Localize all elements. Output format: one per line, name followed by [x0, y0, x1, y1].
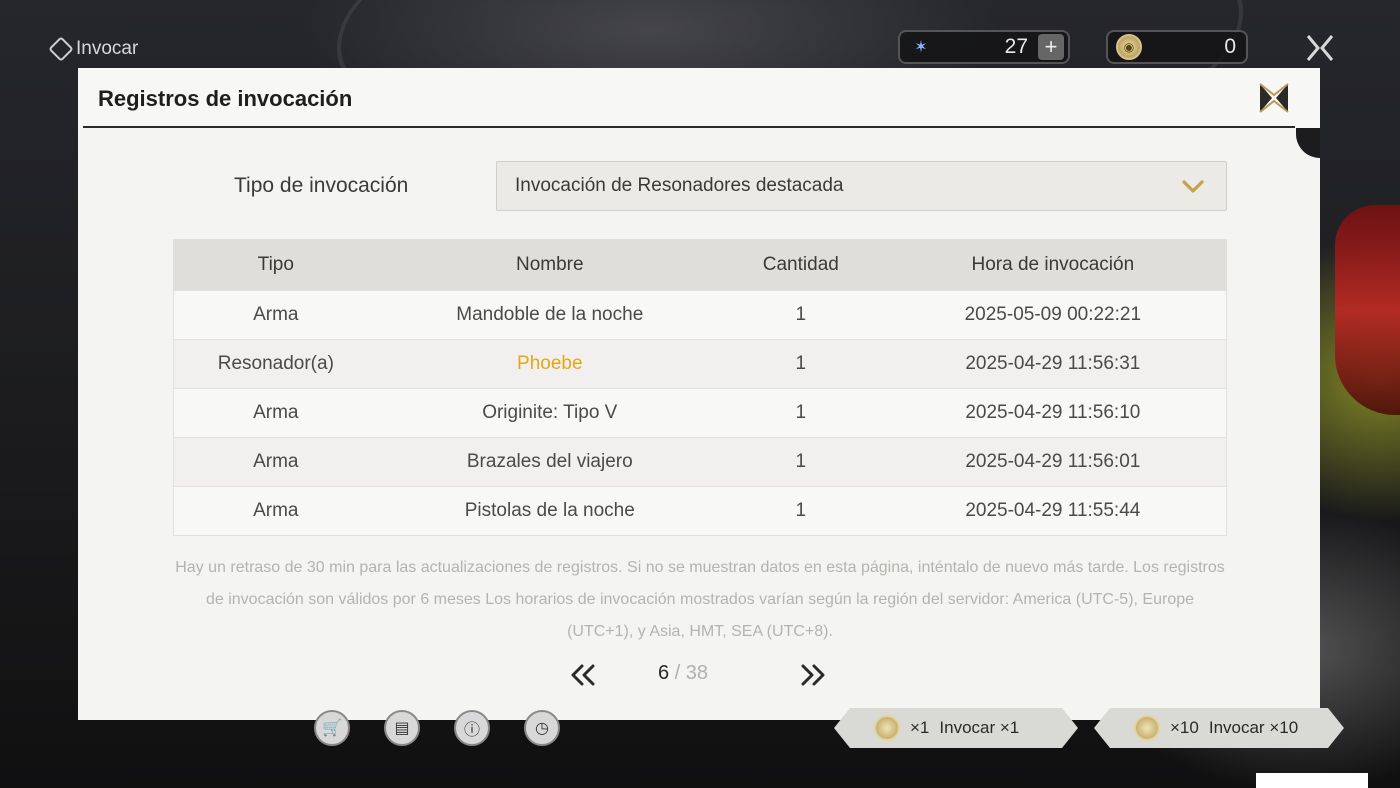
tide-currency: ◉ 0 — [1106, 30, 1248, 64]
info-button[interactable]: ⓘ — [454, 710, 490, 746]
cell-hora: 2025-04-29 11:56:10 — [965, 402, 1141, 423]
cell-hora: 2025-04-29 11:56:01 — [965, 451, 1141, 472]
summon-records-modal: Registros de invocación Tipo de invocaci… — [78, 68, 1320, 720]
table-row: Arma Originite: Tipo V 1 2025-04-29 11:5… — [174, 388, 1226, 437]
cell-tipo: Arma — [253, 304, 299, 325]
history-button[interactable]: ◷ — [524, 710, 560, 746]
table-row: Arma Brazales del viajero 1 2025-04-29 1… — [174, 437, 1226, 486]
astrite-currency: ✶ 27 + — [898, 30, 1070, 64]
screen-title-label: Invocar — [76, 38, 139, 59]
screen-title: Invocar — [48, 36, 139, 62]
page-indicator: 6 / 38 — [658, 662, 708, 685]
double-chevron-left-icon — [571, 664, 595, 686]
summon-x10-count: ×10 — [1170, 718, 1199, 737]
tide-coin-icon: ◉ — [1116, 34, 1142, 60]
table-row: Arma Mandoble de la noche 1 2025-05-09 0… — [174, 290, 1226, 339]
summon-x10-label: Invocar ×10 — [1208, 718, 1299, 737]
cell-cantidad: 1 — [795, 353, 807, 374]
background-character-detail — [1335, 205, 1400, 415]
next-page-button[interactable] — [798, 660, 832, 690]
cell-cantidad: 1 — [795, 304, 807, 325]
header-cantidad: Cantidad — [762, 254, 839, 275]
cell-cantidad: 1 — [795, 451, 807, 472]
cell-cantidad: 1 — [795, 402, 807, 423]
header-nombre: Nombre — [515, 254, 584, 275]
cell-cantidad: 1 — [795, 500, 807, 521]
exit-summon-button[interactable] — [1302, 30, 1338, 66]
double-chevron-right-icon — [801, 664, 825, 686]
summon-icon — [48, 36, 74, 62]
cell-nombre: Mandoble de la noche — [456, 304, 644, 325]
astrite-value: 27 — [1004, 35, 1028, 58]
summon-type-value: Invocación de Resonadores destacada — [515, 175, 844, 196]
close-icon — [1306, 35, 1334, 61]
tide-coin-icon — [1134, 715, 1160, 741]
summon-x1-button[interactable]: ×1 Invocar ×1 — [834, 708, 1078, 748]
table-body: Arma Mandoble de la noche 1 2025-05-09 0… — [174, 290, 1226, 535]
modal-close-button[interactable] — [1256, 80, 1292, 116]
current-page: 6 — [658, 662, 670, 684]
modal-header: Registros de invocación — [78, 68, 1320, 128]
document-search-icon: ▤ — [394, 720, 410, 737]
total-pages: 38 — [685, 662, 709, 684]
tide-value: 0 — [1224, 35, 1236, 58]
cell-tipo: Resonador(a) — [217, 353, 334, 374]
table-row: Arma Pistolas de la noche 1 2025-04-29 1… — [174, 486, 1226, 535]
header-tipo: Tipo — [257, 254, 294, 275]
cell-tipo: Arma — [253, 500, 299, 521]
previous-page-button[interactable] — [568, 660, 602, 690]
page-separator: / — [669, 662, 686, 684]
summon-type-label: Tipo de invocación — [234, 174, 409, 197]
cell-nombre: Pistolas de la noche — [464, 500, 635, 521]
cell-hora: 2025-04-29 11:56:31 — [965, 353, 1141, 374]
cell-hora: 2025-04-29 11:55:44 — [965, 500, 1141, 521]
modal-title: Registros de invocación — [98, 86, 353, 111]
table-header: Tipo Nombre Cantidad Hora de invocación — [174, 240, 1226, 290]
tide-coin-icon — [874, 715, 900, 741]
chevron-down-icon — [1182, 180, 1204, 193]
cell-hora: 2025-05-09 00:22:21 — [964, 304, 1142, 325]
history-icon: ◷ — [535, 720, 549, 737]
cell-tipo: Arma — [253, 402, 299, 423]
cart-icon: 🛒 — [322, 720, 342, 737]
summon-x1-label: Invocar ×1 — [939, 718, 1020, 737]
astrite-star-icon: ✶ — [914, 39, 928, 56]
overlay-bar — [1256, 773, 1368, 788]
cell-nombre-highlight: Phoebe — [517, 353, 583, 374]
header-divider — [83, 126, 1295, 128]
shop-button[interactable]: 🛒 — [314, 710, 350, 746]
records-delay-note: Hay un retraso de 30 min para las actual… — [175, 559, 1225, 640]
summon-x1-count: ×1 — [910, 718, 930, 737]
cell-nombre: Originite: Tipo V — [482, 402, 618, 423]
summon-type-select[interactable]: Invocación de Resonadores destacada — [496, 161, 1227, 211]
cell-nombre: Brazales del viajero — [466, 451, 633, 472]
table-row: Resonador(a) Phoebe 1 2025-04-29 11:56:3… — [174, 339, 1226, 388]
details-button[interactable]: ▤ — [384, 710, 420, 746]
records-table: Tipo Nombre Cantidad Hora de invocación … — [173, 239, 1227, 536]
header-hora: Hora de invocación — [971, 254, 1135, 275]
modal-corner-notch — [1296, 128, 1320, 158]
close-icon — [1259, 83, 1289, 113]
add-currency-button[interactable]: + — [1038, 34, 1064, 60]
summon-x10-button[interactable]: ×10 Invocar ×10 — [1094, 708, 1344, 748]
info-icon: ⓘ — [463, 722, 480, 739]
cell-tipo: Arma — [253, 451, 299, 472]
